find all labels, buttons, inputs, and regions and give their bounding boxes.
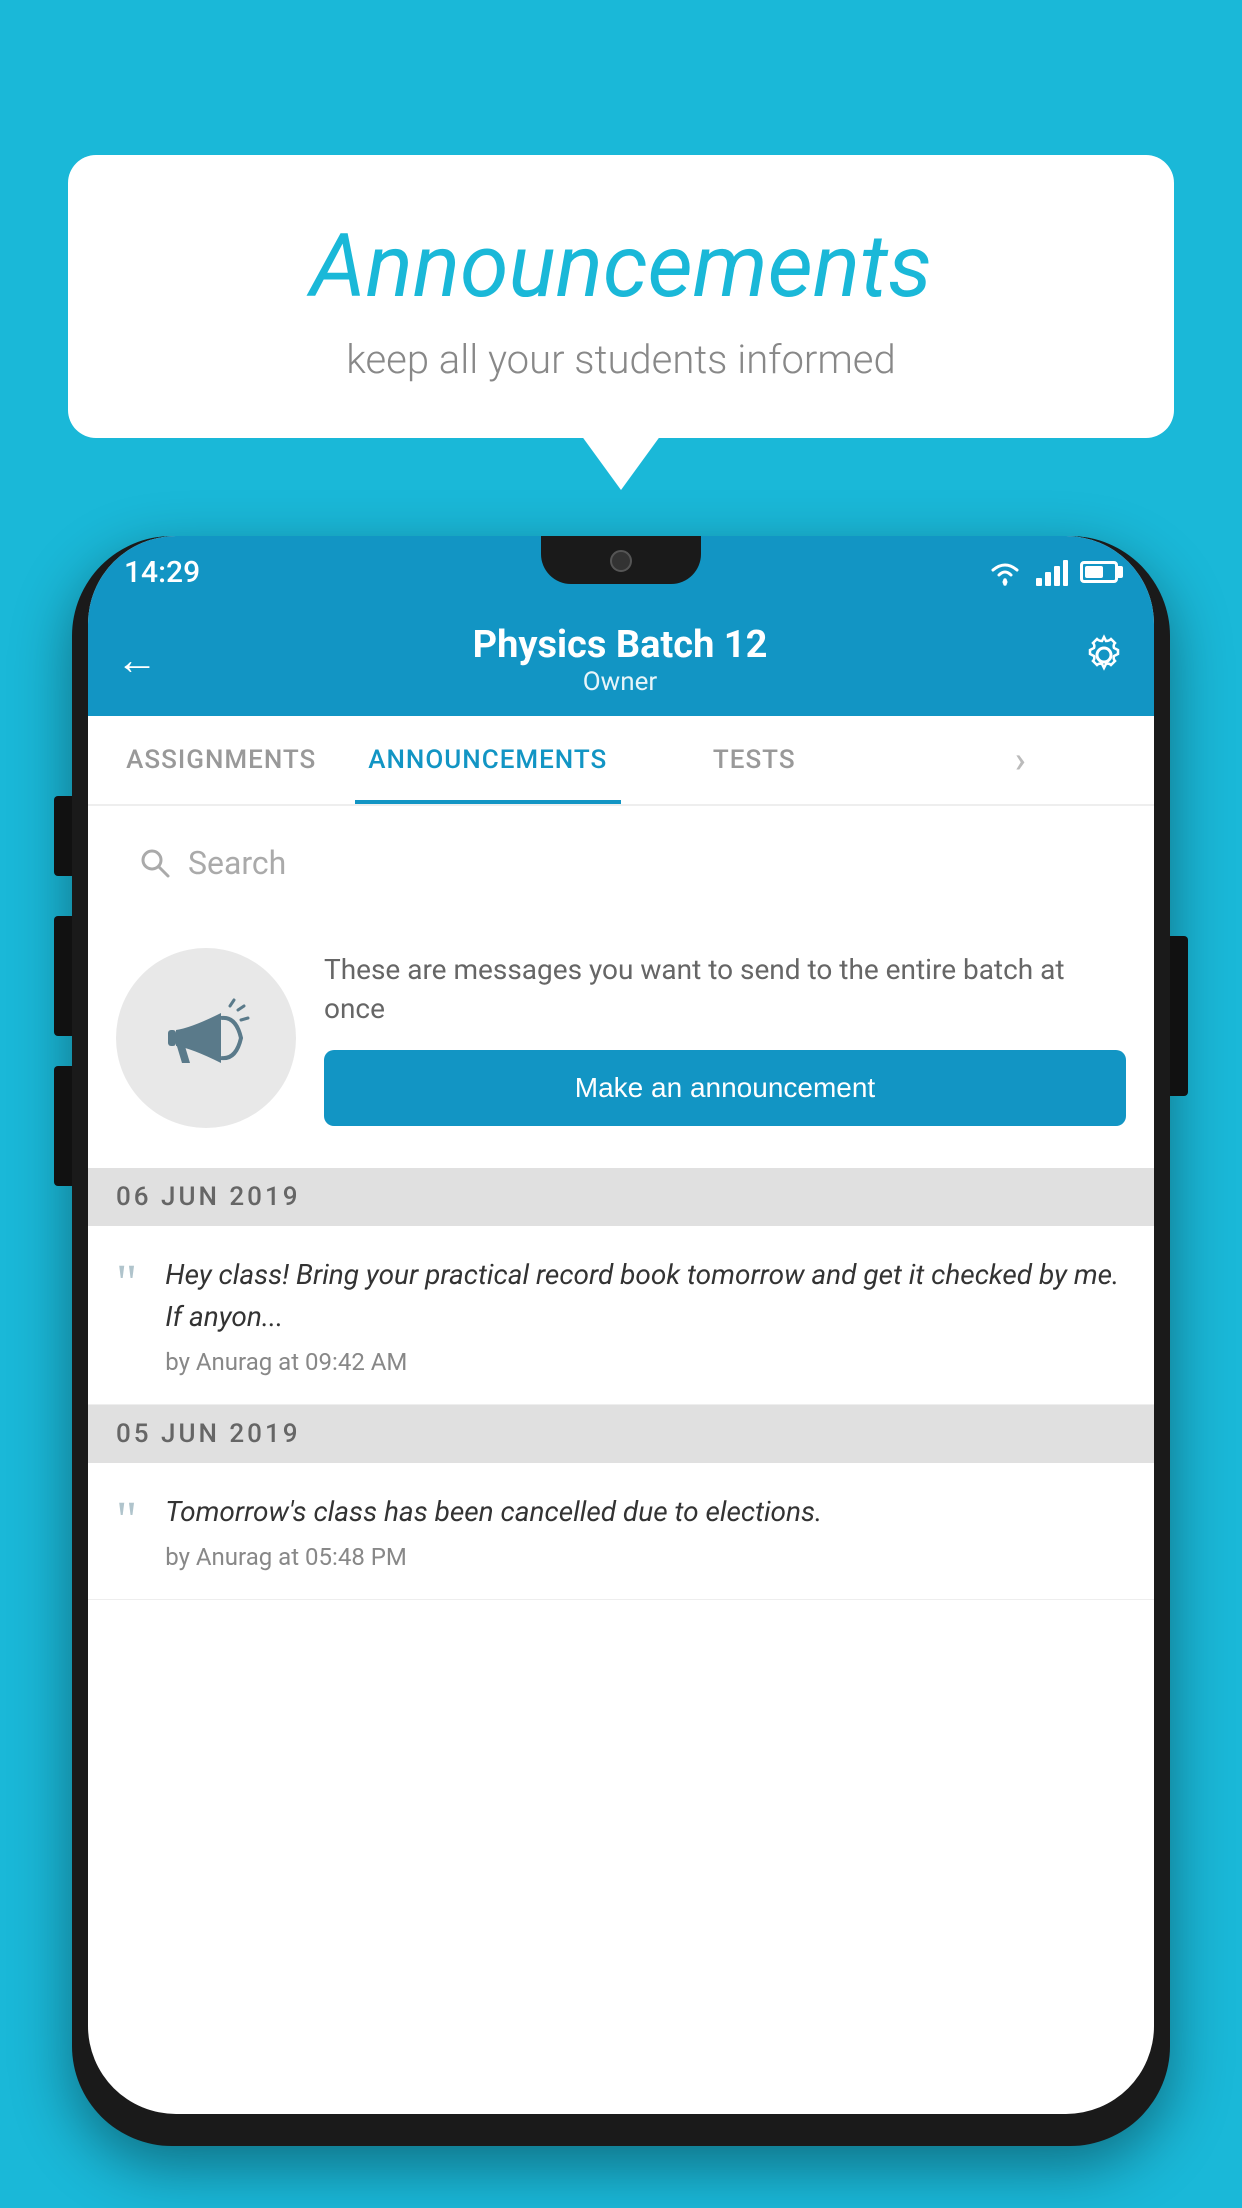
phone-outer: 14:29 xyxy=(72,536,1170,2146)
announcement-icon-circle xyxy=(116,948,296,1128)
speech-bubble: Announcements keep all your students inf… xyxy=(68,155,1174,438)
announcement-promo-card: These are messages you want to send to t… xyxy=(88,920,1154,1156)
batch-title: Physics Batch 12 xyxy=(473,623,768,667)
quote-icon-2: " xyxy=(116,1495,137,1547)
date-separator-1: 06 JUN 2019 xyxy=(88,1168,1154,1226)
tab-assignments[interactable]: ASSIGNMENTS xyxy=(88,716,355,804)
app-header: ← Physics Batch 12 Owner xyxy=(88,604,1154,716)
make-announcement-button[interactable]: Make an announcement xyxy=(324,1050,1126,1126)
settings-icon[interactable] xyxy=(1082,633,1126,688)
announcement-item-2[interactable]: " Tomorrow's class has been cancelled du… xyxy=(88,1463,1154,1600)
search-bar[interactable]: Search xyxy=(108,826,1134,900)
battery-icon xyxy=(1080,561,1118,583)
tabs-container: ASSIGNMENTS ANNOUNCEMENTS TESTS › xyxy=(88,716,1154,806)
status-time: 14:29 xyxy=(124,555,200,590)
announcement-message-2: Tomorrow's class has been cancelled due … xyxy=(165,1491,1126,1533)
quote-icon-1: " xyxy=(116,1258,137,1310)
speech-bubble-subtitle: keep all your students informed xyxy=(108,336,1134,383)
signal-icon xyxy=(1036,558,1068,586)
date-separator-2: 05 JUN 2019 xyxy=(88,1405,1154,1463)
header-center: Physics Batch 12 Owner xyxy=(473,623,768,697)
front-camera xyxy=(610,550,632,572)
announcement-promo-text: These are messages you want to send to t… xyxy=(324,950,1126,1028)
speech-bubble-container: Announcements keep all your students inf… xyxy=(68,155,1174,438)
wifi-icon xyxy=(986,558,1024,586)
batch-role: Owner xyxy=(473,667,768,697)
search-placeholder: Search xyxy=(188,844,286,882)
back-button[interactable]: ← xyxy=(116,636,158,685)
announcement-content-1: Hey class! Bring your practical record b… xyxy=(165,1254,1126,1376)
phone-button-left-bot xyxy=(54,1066,72,1186)
search-icon xyxy=(138,846,172,880)
notch xyxy=(541,536,701,584)
phone-mockup: 14:29 xyxy=(72,520,1170,2208)
tab-announcements[interactable]: ANNOUNCEMENTS xyxy=(355,716,622,804)
announcement-item-1[interactable]: " Hey class! Bring your practical record… xyxy=(88,1226,1154,1405)
announcement-promo-right: These are messages you want to send to t… xyxy=(324,950,1126,1126)
announcement-content-2: Tomorrow's class has been cancelled due … xyxy=(165,1491,1126,1571)
phone-button-left-mid xyxy=(54,916,72,1036)
phone-button-left-top xyxy=(54,796,72,876)
announcement-meta-1: by Anurag at 09:42 AM xyxy=(165,1348,1126,1376)
status-icons xyxy=(986,558,1118,586)
announcement-message-1: Hey class! Bring your practical record b… xyxy=(165,1254,1126,1338)
announcement-meta-2: by Anurag at 05:48 PM xyxy=(165,1543,1126,1571)
phone-screen: 14:29 xyxy=(88,536,1154,2114)
phone-button-right xyxy=(1170,936,1188,1096)
tab-more[interactable]: › xyxy=(888,716,1155,804)
tab-tests[interactable]: TESTS xyxy=(621,716,888,804)
megaphone-icon xyxy=(156,988,256,1088)
speech-bubble-title: Announcements xyxy=(108,215,1134,318)
scrollable-content: Search xyxy=(88,806,1154,2114)
